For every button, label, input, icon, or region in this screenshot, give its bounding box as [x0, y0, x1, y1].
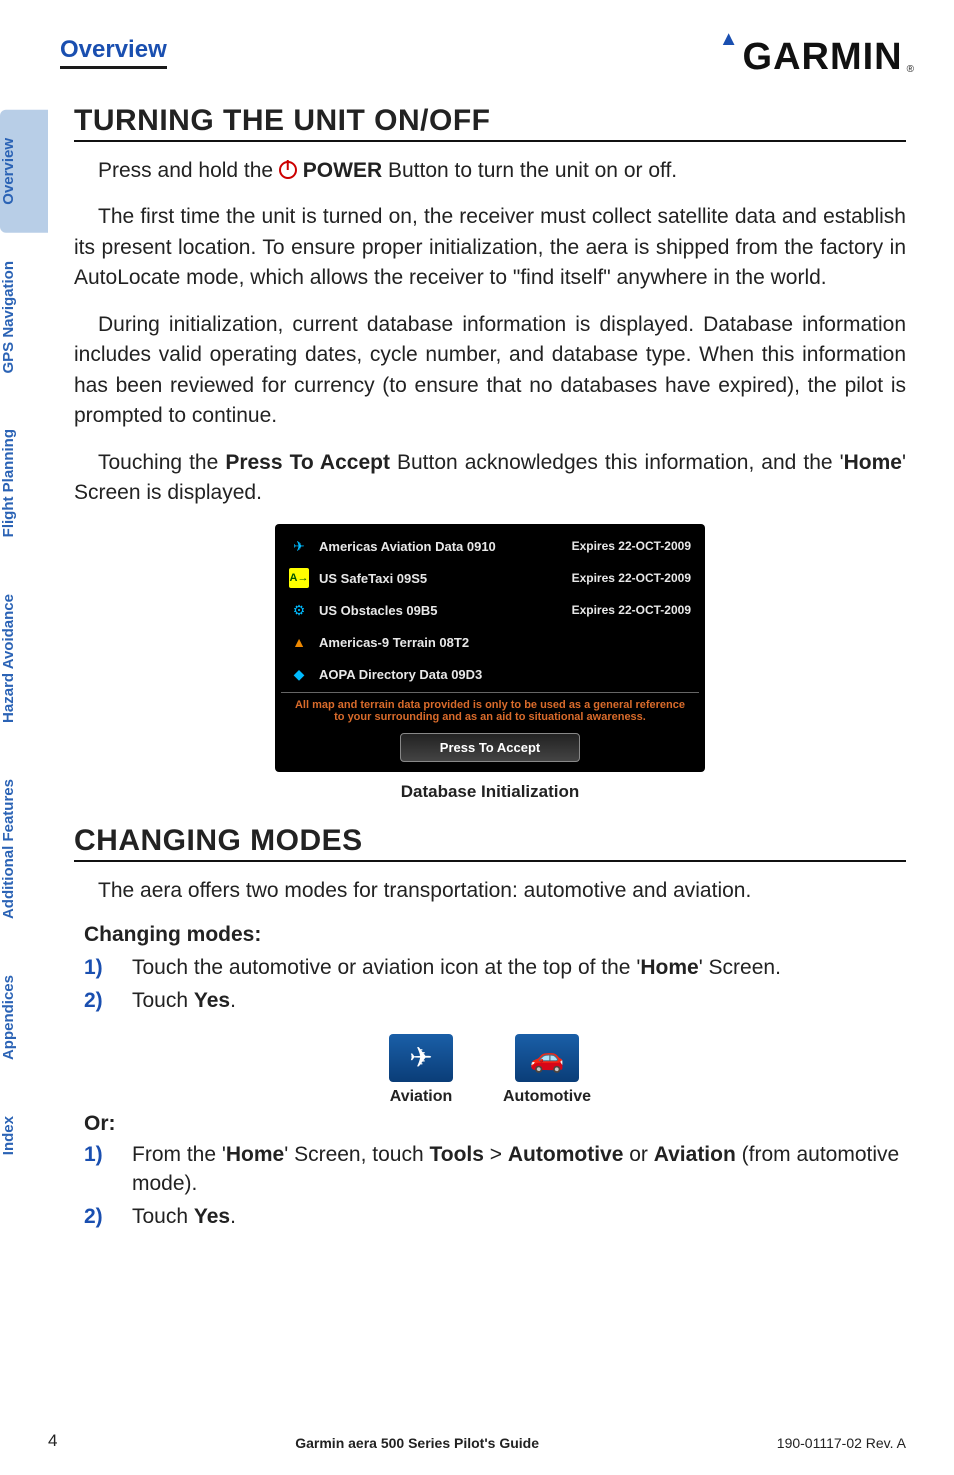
heading-turning-unit-on-off: TURNING THE UNIT ON/OFF	[74, 104, 906, 142]
tab-overview[interactable]: Overview	[0, 110, 48, 233]
sub-changing-modes: Changing modes:	[84, 923, 906, 947]
automotive-label: Automotive	[503, 1088, 591, 1106]
footer-title: Garmin aera 500 Series Pilot's Guide	[295, 1435, 539, 1451]
p-touching-accept: Touching the Press To Accept Button ackn…	[74, 448, 906, 509]
garmin-wordmark: GARMIN	[743, 36, 903, 79]
tab-flight-planning[interactable]: Flight Planning	[0, 401, 48, 565]
p-during-init: During initialization, current database …	[74, 310, 906, 432]
db-row-aopa: ◆ AOPA Directory Data 09D3	[281, 658, 699, 690]
garmin-registered: ®	[907, 64, 914, 75]
footer-rev: 190-01117-02 Rev. A	[777, 1435, 906, 1451]
terrain-icon: ▲	[289, 632, 309, 652]
plane-icon: ✈	[289, 536, 309, 556]
db-row-obstacles: ⚙ US Obstacles 09B5 Expires 22-OCT-2009	[281, 594, 699, 626]
step-1-touch-icon: 1) Touch the automotive or aviation icon…	[84, 953, 906, 982]
database-init-screenshot: ✈ Americas Aviation Data 0910 Expires 22…	[275, 524, 705, 772]
db-row-safetaxi: A→ US SafeTaxi 09S5 Expires 22-OCT-2009	[281, 562, 699, 594]
tab-index[interactable]: Index	[0, 1088, 48, 1183]
step-number: 1)	[84, 1140, 112, 1199]
db-disclaimer: All map and terrain data provided is onl…	[281, 692, 699, 727]
tab-appendices[interactable]: Appendices	[0, 947, 48, 1088]
or-step-2: 2) Touch Yes.	[84, 1202, 906, 1231]
step-number: 2)	[84, 1202, 112, 1231]
garmin-triangle-icon: ▲	[719, 28, 739, 51]
or-label: Or:	[84, 1112, 906, 1136]
mode-icon-row: ✈ Aviation 🚗 Automotive	[74, 1034, 906, 1106]
power-icon	[279, 161, 297, 179]
db-row-terrain: ▲ Americas-9 Terrain 08T2	[281, 626, 699, 658]
garmin-logo: ▲ GARMIN ®	[719, 36, 914, 79]
safetaxi-icon: A→	[289, 568, 309, 588]
step-2-touch-yes: 2) Touch Yes.	[84, 986, 906, 1015]
page-number: 4	[48, 1431, 57, 1451]
obstacle-icon: ⚙	[289, 600, 309, 620]
or-step-1: 1) From the 'Home' Screen, touch Tools >…	[84, 1140, 906, 1199]
tab-hazard-avoidance[interactable]: Hazard Avoidance	[0, 566, 48, 751]
aopa-icon: ◆	[289, 664, 309, 684]
side-tabs: Overview GPS Navigation Flight Planning …	[0, 110, 48, 1183]
aviation-label: Aviation	[389, 1088, 453, 1106]
page-footer: 4 Garmin aera 500 Series Pilot's Guide 1…	[48, 1431, 906, 1451]
step-number: 2)	[84, 986, 112, 1015]
automotive-icon[interactable]: 🚗	[515, 1034, 579, 1082]
p-two-modes: The aera offers two modes for transporta…	[74, 876, 906, 906]
tab-additional-features[interactable]: Additional Features	[0, 751, 48, 947]
p-first-time: The first time the unit is turned on, th…	[74, 202, 906, 293]
step-number: 1)	[84, 953, 112, 982]
tab-gps-navigation[interactable]: GPS Navigation	[0, 233, 48, 402]
aviation-icon[interactable]: ✈	[389, 1034, 453, 1082]
heading-changing-modes: CHANGING MODES	[74, 824, 906, 862]
caption-db-init: Database Initialization	[74, 782, 906, 802]
section-label: Overview	[60, 36, 167, 69]
press-to-accept-button[interactable]: Press To Accept	[400, 733, 580, 762]
db-row-aviation-data: ✈ Americas Aviation Data 0910 Expires 22…	[281, 530, 699, 562]
p-press-hold: Press and hold the POWER Button to turn …	[74, 156, 906, 186]
